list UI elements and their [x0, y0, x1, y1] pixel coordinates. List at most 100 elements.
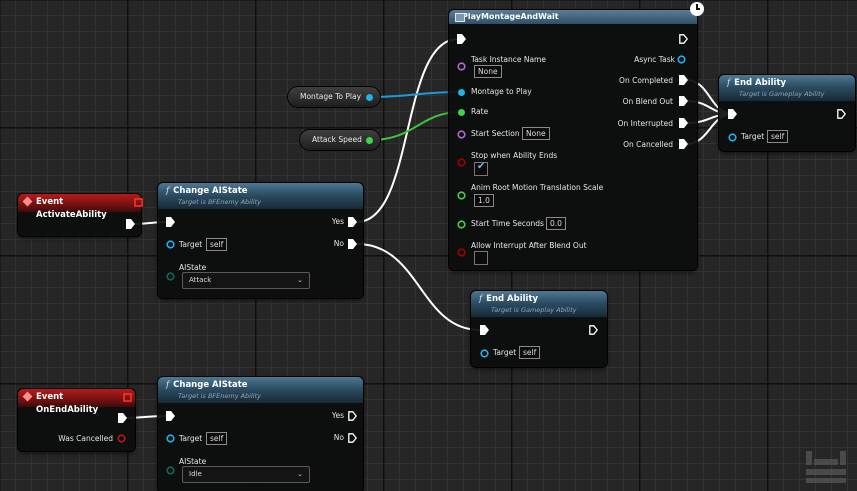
change-aistate-node-attack[interactable]: f Change AIState Target is BFEnemy Abilit… [158, 183, 363, 298]
node-title: Event OnEndAbility [36, 392, 99, 415]
node-header: f Change AIState Target is BFEnemy Abilit… [158, 183, 363, 209]
function-icon: f [479, 294, 483, 304]
node-header: Event OnEndAbility [18, 389, 135, 415]
node-subtitle: Target is Gameplay Ability [739, 90, 825, 98]
node-subtitle: Target is Gameplay Ability [491, 306, 577, 314]
was-cancelled-label: Was Cancelled [58, 434, 113, 443]
aistate-dropdown[interactable]: Attack ⌄ [182, 272, 310, 289]
variable-label: Montage To Play [300, 92, 362, 101]
target-pin-icon[interactable] [480, 349, 489, 358]
float-pin-icon[interactable] [457, 191, 466, 200]
enum-pin-icon[interactable] [166, 466, 175, 475]
target-label: Target [179, 240, 203, 249]
stop-when-ends-checkbox[interactable]: ✔ [474, 161, 488, 176]
float-pin-icon[interactable] [365, 136, 374, 145]
event-activate-ability-node[interactable]: Event ActivateAbility [18, 194, 143, 236]
exec-out-yes-pin-icon[interactable] [348, 217, 357, 227]
exec-in-pin-icon[interactable] [166, 411, 175, 421]
node-title: Event ActivateAbility [36, 197, 107, 220]
end-ability-node-right[interactable]: f End Ability Target is Gameplay Ability … [719, 75, 855, 151]
enum-pin-icon[interactable] [166, 272, 175, 281]
blueprint-graph-canvas[interactable]: Montage To Play Attack Speed Event Activ… [0, 0, 857, 491]
exec-out-pin-icon[interactable] [679, 34, 688, 44]
no-label: No [333, 433, 344, 442]
function-icon: f [166, 380, 170, 390]
start-time-field[interactable]: 0.0 [546, 217, 566, 230]
exec-in-pin-icon[interactable] [480, 325, 489, 335]
target-value-field[interactable]: self [519, 346, 541, 359]
target-pin-icon[interactable] [728, 133, 737, 142]
bool-pin-icon[interactable] [457, 158, 466, 167]
on-interrupted-label: On Interrupted [617, 119, 673, 128]
event-on-end-ability-node[interactable]: Event OnEndAbility Was Cancelled [18, 389, 135, 451]
exec-out-yes-pin-icon[interactable] [348, 411, 357, 421]
float-pin-icon[interactable] [457, 220, 466, 229]
rate-pin-icon[interactable] [457, 108, 466, 117]
start-time-label: Start Time Seconds [471, 219, 544, 228]
no-label: No [333, 239, 344, 248]
montage-pin-icon[interactable] [457, 88, 466, 97]
delegate-pin-icon[interactable] [134, 198, 143, 207]
exec-in-pin-icon[interactable] [728, 109, 737, 119]
node-header: f End Ability Target is Gameplay Ability [719, 75, 855, 101]
target-label: Target [741, 132, 765, 141]
on-completed-label: On Completed [619, 76, 673, 85]
function-icon: f [727, 78, 731, 88]
object-pin-icon[interactable] [365, 93, 374, 102]
node-header: PlayMontageAndWait [449, 10, 697, 24]
start-section-label: Start Section [471, 129, 520, 138]
start-section-field[interactable]: None [522, 127, 550, 140]
on-blend-out-label: On Blend Out [622, 97, 673, 106]
clock-icon [690, 2, 704, 16]
target-label: Target [493, 348, 517, 357]
yes-label: Yes [331, 217, 344, 226]
target-value-field[interactable]: self [206, 238, 228, 251]
async-task-label: Async Task [634, 55, 675, 64]
exec-out-on-interrupted-pin-icon[interactable] [679, 118, 688, 128]
exec-in-pin-icon[interactable] [166, 217, 175, 227]
node-title: PlayMontageAndWait [462, 12, 559, 21]
function-icon: f [166, 186, 170, 196]
dropdown-value: Idle [189, 470, 202, 478]
target-value-field[interactable]: self [206, 432, 228, 445]
allow-interrupt-label: Allow Interrupt After Blend Out [471, 241, 587, 250]
exec-out-pin-icon[interactable] [126, 219, 135, 229]
root-motion-field[interactable]: 1.0 [474, 194, 494, 207]
chevron-down-icon: ⌄ [297, 276, 303, 284]
exec-in-pin-icon[interactable] [457, 34, 466, 44]
allow-interrupt-checkbox[interactable] [474, 251, 488, 265]
stop-when-ends-label: Stop when Ability Ends [471, 151, 558, 160]
name-pin-icon[interactable] [457, 62, 466, 71]
node-subtitle: Target is BFEnemy Ability [178, 392, 261, 400]
node-title: End Ability [734, 78, 787, 88]
variable-label: Attack Speed [312, 135, 362, 144]
task-instance-field[interactable]: None [474, 65, 502, 78]
exec-out-pin-icon[interactable] [837, 109, 846, 119]
node-header: f Change AIState Target is BFEnemy Abilit… [158, 377, 363, 403]
root-motion-label: Anim Root Motion Translation Scale [471, 183, 604, 192]
exec-out-on-cancelled-pin-icon[interactable] [679, 139, 688, 149]
bool-pin-icon[interactable] [117, 434, 126, 443]
exec-out-pin-icon[interactable] [118, 413, 127, 423]
end-ability-node-middle[interactable]: f End Ability Target is Gameplay Ability … [471, 291, 607, 367]
exec-out-no-pin-icon[interactable] [348, 239, 357, 249]
change-aistate-node-idle[interactable]: f Change AIState Target is BFEnemy Abilit… [158, 377, 363, 491]
bool-pin-icon[interactable] [457, 248, 466, 257]
exec-out-no-pin-icon[interactable] [348, 433, 357, 443]
delegate-pin-icon[interactable] [123, 393, 132, 402]
float-wire-rate[interactable] [370, 111, 462, 141]
exec-out-on-blend-out-pin-icon[interactable] [679, 96, 688, 106]
aistate-dropdown[interactable]: Idle ⌄ [182, 466, 310, 483]
montage-to-play-label: Montage to Play [471, 87, 532, 96]
exec-out-on-completed-pin-icon[interactable] [679, 75, 688, 85]
target-value-field[interactable]: self [767, 130, 789, 143]
target-pin-icon[interactable] [166, 240, 175, 249]
yes-label: Yes [331, 411, 344, 420]
checkmark-icon: ✔ [477, 161, 486, 172]
async-task-pin-icon[interactable] [677, 55, 686, 64]
target-pin-icon[interactable] [166, 434, 175, 443]
name-pin-icon[interactable] [457, 130, 466, 139]
play-montage-and-wait-node[interactable]: PlayMontageAndWait Task Instance Name No… [449, 2, 704, 270]
node-title: Change AIState [173, 186, 248, 196]
exec-out-pin-icon[interactable] [589, 325, 598, 335]
